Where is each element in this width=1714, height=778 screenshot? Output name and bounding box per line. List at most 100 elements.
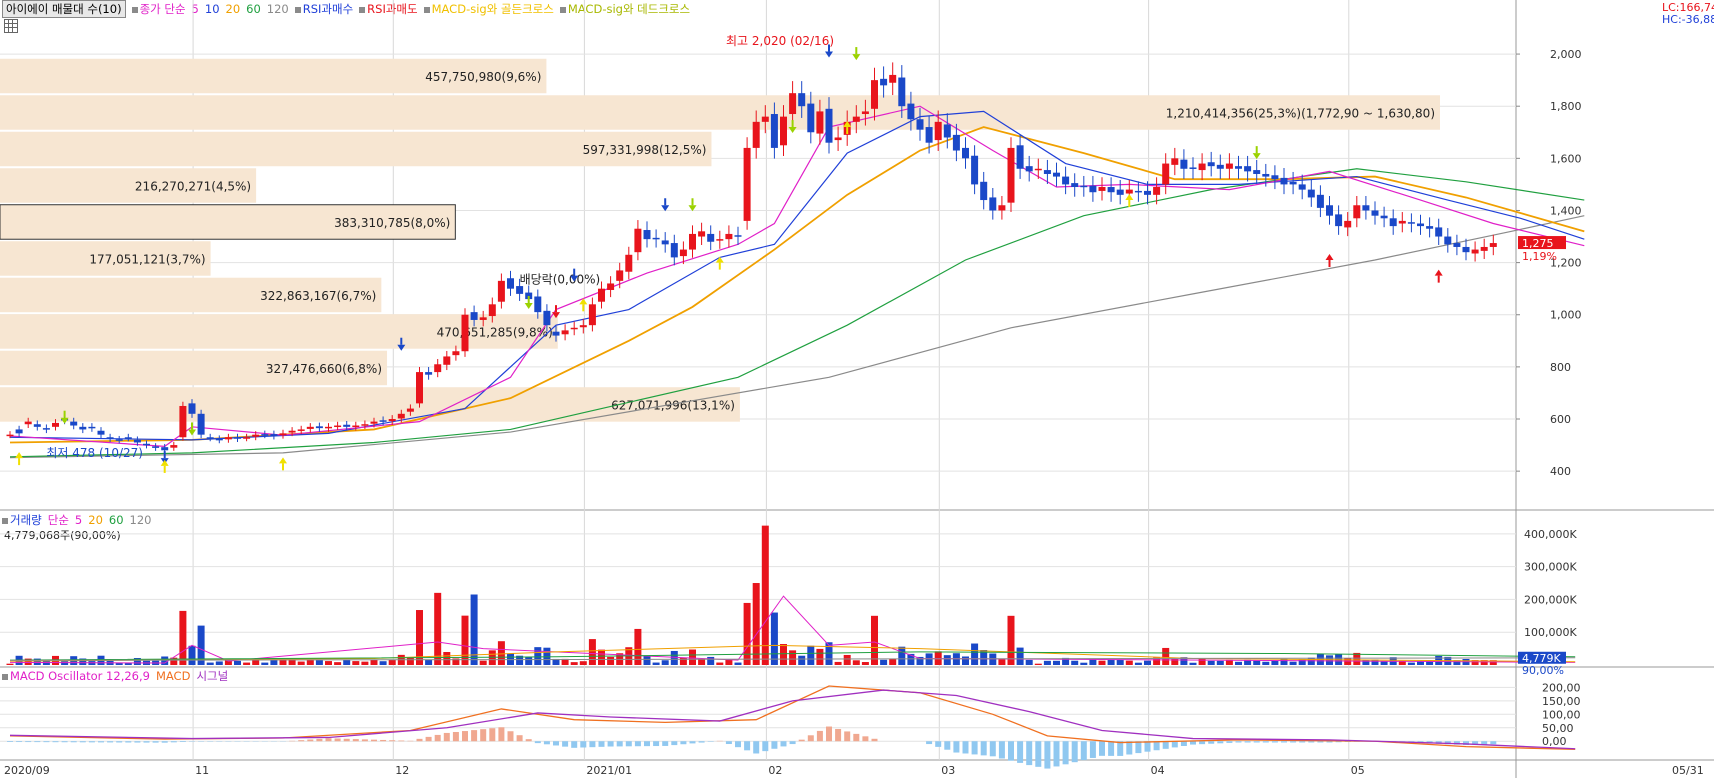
- macd-oscillator-bar: [698, 741, 705, 743]
- candle-body: [1089, 185, 1097, 193]
- macd-oscillator-bar: [1180, 741, 1187, 746]
- candle-body: [42, 428, 50, 430]
- candle-body: [1307, 189, 1315, 198]
- volume-bar: [861, 662, 869, 665]
- candle-body: [1244, 166, 1252, 172]
- x-tick-label: 11: [195, 764, 209, 777]
- volume-bar: [1162, 647, 1170, 665]
- candle-body: [670, 243, 678, 258]
- candle-body: [1371, 210, 1379, 216]
- macd-oscillator-bar: [516, 735, 523, 742]
- volume-bar: [734, 662, 742, 665]
- candle-body: [152, 446, 160, 448]
- macd-oscillator-bar: [735, 741, 741, 748]
- candle-body: [1225, 163, 1233, 169]
- candle-body: [1480, 246, 1488, 251]
- macd-oscillator-bar: [689, 741, 696, 744]
- volume-bar: [497, 641, 505, 665]
- candle-body: [889, 74, 897, 83]
- volume-bar: [206, 662, 214, 665]
- volume-y-label: 200,000K: [1524, 593, 1577, 606]
- candle-body: [1053, 172, 1060, 177]
- macd-oscillator-bar: [425, 736, 432, 742]
- candle-body: [1344, 220, 1352, 228]
- macd-oscillator-bar: [1044, 741, 1051, 769]
- signal-arrow-head: [279, 457, 287, 464]
- candle-body: [1335, 214, 1343, 227]
- volume-bar: [761, 525, 769, 665]
- candle-body: [133, 439, 141, 443]
- macd-oscillator-bar: [1262, 741, 1269, 743]
- macd-oscillator-bar: [1190, 741, 1196, 745]
- macd-oscillator-bar: [361, 739, 368, 742]
- macd-oscillator-bar: [1108, 741, 1115, 756]
- price-y-label: 1,400: [1550, 204, 1582, 217]
- volume-bar: [707, 656, 715, 665]
- macd-y-label: 200,00: [1542, 681, 1581, 694]
- candle-body: [789, 93, 797, 115]
- candle-body: [816, 111, 824, 134]
- candle-body: [370, 421, 378, 424]
- volume-bar: [661, 660, 669, 665]
- macd-oscillator-bar: [926, 741, 933, 745]
- volume-bar: [406, 658, 414, 665]
- macd-oscillator-bar: [325, 738, 332, 742]
- volume-bar: [889, 659, 897, 665]
- volume-bar: [1034, 663, 1042, 665]
- candle-body: [1007, 147, 1015, 203]
- price-y-label: 1,600: [1550, 152, 1582, 165]
- candle-body: [1189, 167, 1197, 169]
- macd-oscillator-bar: [507, 731, 514, 742]
- candle-body: [934, 121, 942, 141]
- volume-bar: [770, 612, 778, 665]
- x-tick-label: 04: [1151, 764, 1165, 777]
- macd-oscillator-bar: [680, 741, 687, 745]
- candle-body: [224, 437, 232, 440]
- volume-profile-label: 322,863,167(6,7%): [260, 289, 376, 303]
- volume-bar: [534, 647, 542, 665]
- macd-oscillator-bar: [1017, 741, 1024, 763]
- volume-bar: [6, 663, 14, 665]
- candle-body: [397, 413, 405, 419]
- candle-body: [70, 421, 78, 426]
- volume-bar: [1134, 662, 1142, 665]
- candle-body: [1071, 183, 1079, 188]
- macd-oscillator-bar: [161, 741, 168, 743]
- volume-profile-label: 627,071,996(13,1%): [611, 398, 735, 412]
- x-tick-label: 12: [395, 764, 409, 777]
- candle-body: [1144, 190, 1151, 195]
- macd-y-label: 0,00: [1542, 735, 1567, 748]
- candle-body: [989, 197, 997, 211]
- volume-y-label: 100,000K: [1524, 626, 1577, 639]
- candle-body: [24, 421, 32, 425]
- macd-oscillator-bar: [844, 731, 851, 742]
- macd-oscillator-bar: [1271, 741, 1278, 743]
- candle-body: [1262, 173, 1270, 177]
- macd-oscillator-bar: [725, 741, 732, 745]
- volume-bar: [698, 659, 706, 665]
- candle-body: [197, 413, 205, 435]
- volume-bar: [843, 654, 851, 665]
- candle-body: [752, 121, 760, 148]
- candle-body: [1489, 243, 1497, 247]
- macd-oscillator-bar: [79, 741, 86, 743]
- candle-body: [716, 239, 724, 241]
- volume-bar: [1016, 647, 1024, 665]
- macd-oscillator-bar: [653, 741, 660, 747]
- volume-bar: [1289, 661, 1297, 665]
- candle-body: [780, 116, 787, 146]
- candle-body: [807, 103, 815, 133]
- volume-bar: [1398, 661, 1406, 665]
- candle-body: [425, 372, 433, 375]
- candle-body: [761, 116, 769, 122]
- candle-body: [379, 420, 387, 422]
- chart-canvas[interactable]: 2020/09 11 12 2021/01 02 03 04 05 05/31 2,000 1,80…: [0, 0, 1714, 778]
- macd-oscillator-bar: [835, 728, 842, 742]
- volume-profile-label: 457,750,980(9,6%): [425, 70, 541, 84]
- candle-body: [971, 155, 979, 185]
- macd-oscillator-bar: [1117, 741, 1124, 756]
- volume-bar: [570, 662, 578, 665]
- macd-oscillator-bar: [571, 741, 578, 748]
- macd-oscillator-bar: [1308, 741, 1315, 743]
- candle-body: [1025, 166, 1033, 172]
